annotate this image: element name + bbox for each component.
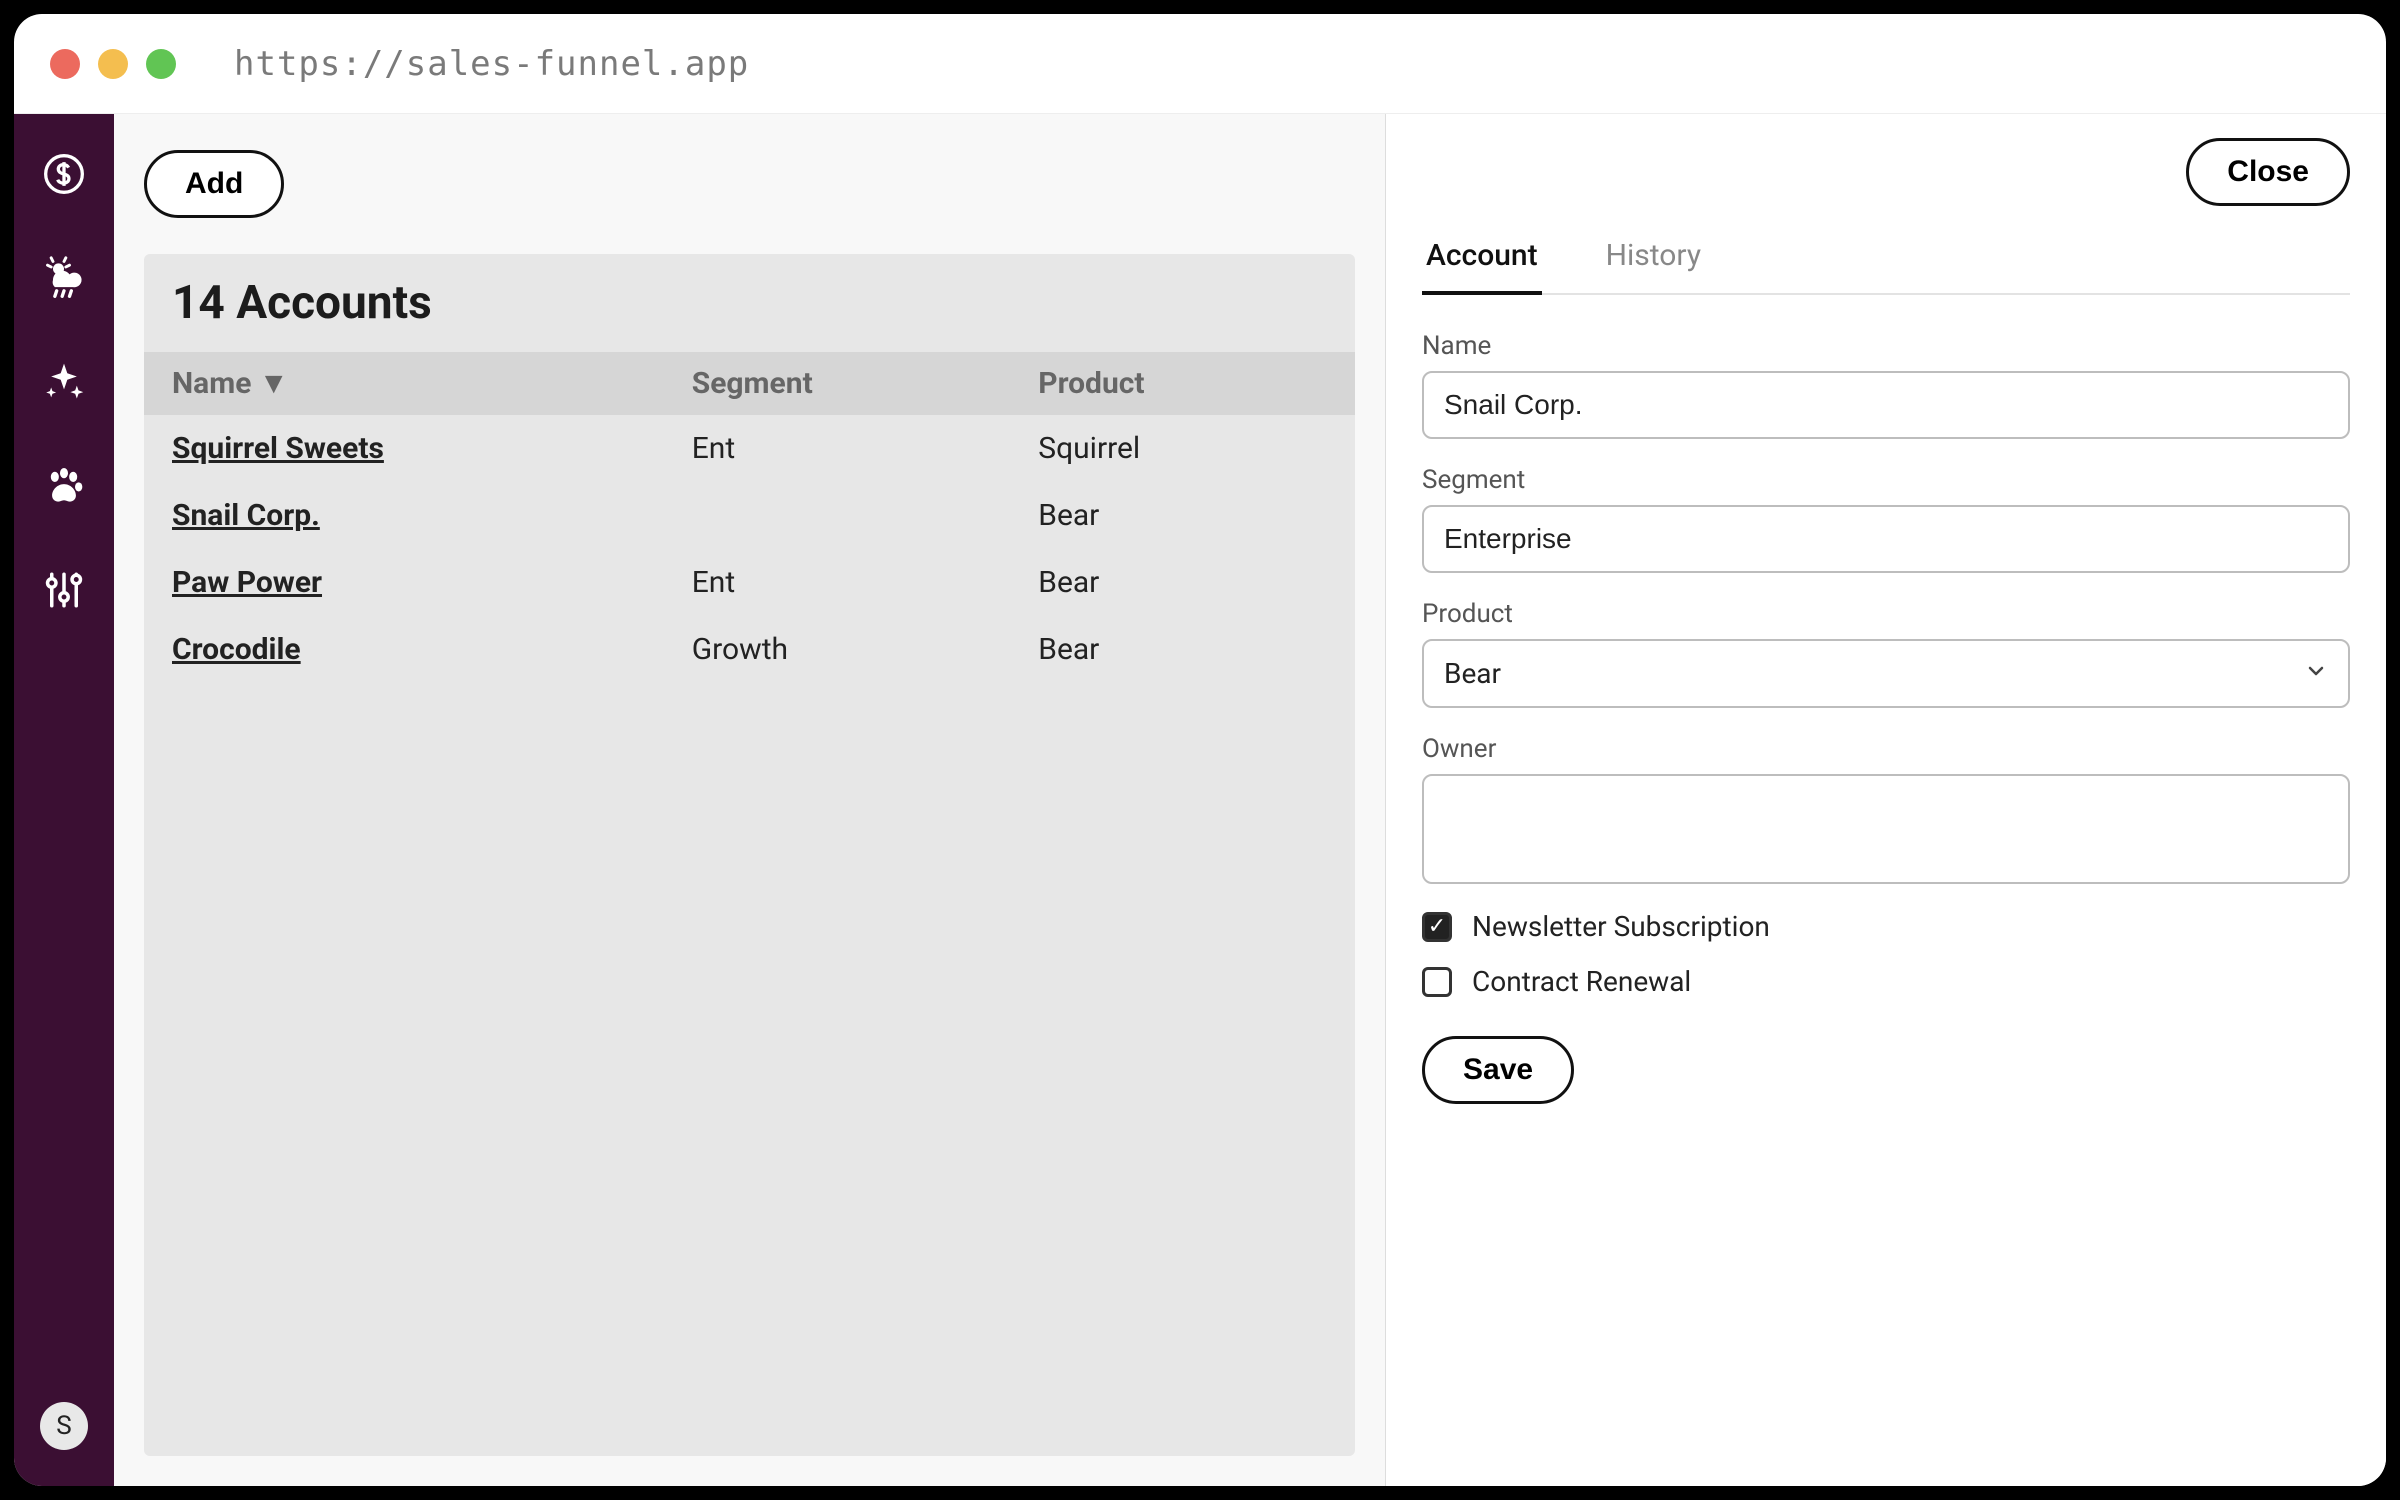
table-row[interactable]: Crocodile Growth Bear xyxy=(144,616,1355,683)
checkbox-icon[interactable]: ✓ xyxy=(1422,912,1452,942)
tab-account[interactable]: Account xyxy=(1422,226,1542,295)
avatar-initial: S xyxy=(56,1411,71,1441)
cell-product: Bear xyxy=(1038,565,1327,600)
window-controls xyxy=(50,49,176,79)
renewal-label: Contract Renewal xyxy=(1472,965,1691,998)
table-row[interactable]: Paw Power Ent Bear xyxy=(144,549,1355,616)
column-header-segment[interactable]: Segment xyxy=(692,366,1039,401)
label-owner: Owner xyxy=(1422,734,2350,764)
accounts-count-title: 14 Accounts xyxy=(144,254,1355,352)
owner-field[interactable] xyxy=(1422,774,2350,884)
account-link[interactable]: Paw Power xyxy=(172,565,322,600)
account-link[interactable]: Crocodile xyxy=(172,632,301,667)
name-field[interactable] xyxy=(1422,371,2350,439)
maximize-window-icon[interactable] xyxy=(146,49,176,79)
account-link[interactable]: Snail Corp. xyxy=(172,498,320,533)
cell-segment xyxy=(692,498,1039,533)
checkbox-icon[interactable] xyxy=(1422,967,1452,997)
newsletter-checkbox-row[interactable]: ✓ Newsletter Subscription xyxy=(1422,910,2350,943)
account-detail-panel: Close Account History Name Segment Produ… xyxy=(1386,114,2386,1486)
accounts-pane: Add 14 Accounts Name ▼ Segment Product S… xyxy=(114,114,1386,1486)
cell-product: Squirrel xyxy=(1038,431,1327,466)
cell-product: Bear xyxy=(1038,498,1327,533)
detail-tabs: Account History xyxy=(1422,226,2350,295)
save-button[interactable]: Save xyxy=(1422,1036,1574,1104)
add-button[interactable]: Add xyxy=(144,150,284,218)
label-segment: Segment xyxy=(1422,465,2350,495)
newsletter-label: Newsletter Subscription xyxy=(1472,910,1770,943)
sidebar-item-sales[interactable] xyxy=(40,150,88,198)
segment-field[interactable] xyxy=(1422,505,2350,573)
sidebar-item-weather[interactable] xyxy=(40,254,88,302)
avatar[interactable]: S xyxy=(40,1402,88,1450)
tab-history[interactable]: History xyxy=(1602,226,1705,293)
close-window-icon[interactable] xyxy=(50,49,80,79)
cell-segment: Ent xyxy=(692,431,1039,466)
address-bar-url: https://sales-funnel.app xyxy=(234,44,749,84)
cell-product: Bear xyxy=(1038,632,1327,667)
table-header: Name ▼ Segment Product xyxy=(144,352,1355,415)
sidebar-item-paw[interactable] xyxy=(40,462,88,510)
accounts-list-panel: 14 Accounts Name ▼ Segment Product Squir… xyxy=(144,254,1355,1456)
cell-segment: Growth xyxy=(692,632,1039,667)
nav-sidebar: S xyxy=(14,114,114,1486)
cell-segment: Ent xyxy=(692,565,1039,600)
column-header-name[interactable]: Name ▼ xyxy=(172,366,692,401)
chevron-down-icon xyxy=(2304,657,2328,690)
table-row[interactable]: Squirrel Sweets Ent Squirrel xyxy=(144,415,1355,482)
sidebar-item-settings[interactable] xyxy=(40,566,88,614)
sidebar-item-sparkle[interactable] xyxy=(40,358,88,406)
column-header-product[interactable]: Product xyxy=(1038,366,1327,401)
label-name: Name xyxy=(1422,331,2350,361)
browser-titlebar: https://sales-funnel.app xyxy=(14,14,2386,114)
close-button[interactable]: Close xyxy=(2186,138,2350,206)
table-row[interactable]: Snail Corp. Bear xyxy=(144,482,1355,549)
product-select[interactable]: Bear xyxy=(1422,639,2350,708)
minimize-window-icon[interactable] xyxy=(98,49,128,79)
product-select-value: Bear xyxy=(1444,657,1501,690)
account-link[interactable]: Squirrel Sweets xyxy=(172,431,384,466)
label-product: Product xyxy=(1422,599,2350,629)
renewal-checkbox-row[interactable]: Contract Renewal xyxy=(1422,965,2350,998)
